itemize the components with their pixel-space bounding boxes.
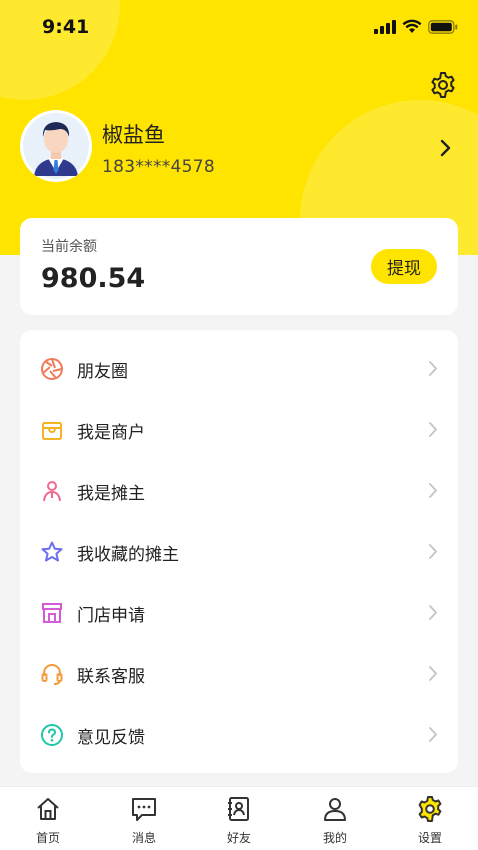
menu-item-vendor[interactable]: 我是摊主 <box>20 460 458 520</box>
profile-header[interactable]: 椒盐鱼 183****4578 <box>20 110 460 186</box>
chevron-right-icon <box>429 483 438 498</box>
balance-label: 当前余额 <box>41 239 97 255</box>
menu-list: 朋友圈 我是商户 我是摊主 我收藏的摊主 门店申请 联系客服 意见反馈 <box>20 330 458 773</box>
tab-friends[interactable]: 好友 <box>209 795 269 845</box>
shop-icon <box>42 603 62 623</box>
wifi-icon <box>402 19 422 33</box>
tab-home[interactable]: 首页 <box>18 795 78 845</box>
avatar[interactable] <box>20 110 92 182</box>
contacts-icon <box>228 797 249 821</box>
status-bar: 9:41 <box>0 0 478 54</box>
status-time: 9:41 <box>42 16 90 38</box>
menu-item-favorite-vendors[interactable]: 我收藏的摊主 <box>20 521 458 581</box>
menu-label: 朋友圈 <box>77 362 128 382</box>
star-icon <box>41 541 63 562</box>
menu-label: 我是商户 <box>77 423 145 443</box>
chevron-right-icon <box>429 605 438 620</box>
tab-me[interactable]: 我的 <box>305 795 365 845</box>
tab-label: 我的 <box>322 831 347 845</box>
vendor-person-icon <box>43 481 61 502</box>
user-nickname: 椒盐鱼 <box>102 123 165 147</box>
menu-item-moments[interactable]: 朋友圈 <box>20 338 458 398</box>
chevron-right-icon <box>429 422 438 437</box>
gear-icon <box>418 796 442 822</box>
battery-icon <box>428 19 458 34</box>
menu-item-store-application[interactable]: 门店申请 <box>20 582 458 642</box>
aperture-icon <box>41 358 63 380</box>
balance-amount: 980.54 <box>41 263 146 294</box>
tab-label: 好友 <box>226 831 251 845</box>
chevron-right-icon <box>429 361 438 376</box>
avatar-illustration <box>23 113 89 179</box>
tab-bar: 首页 消息 好友 我的 设置 <box>0 786 478 850</box>
chevron-right-icon <box>429 727 438 742</box>
tab-messages[interactable]: 消息 <box>114 795 174 845</box>
gear-icon <box>431 72 455 98</box>
question-circle-icon <box>41 724 63 746</box>
menu-label: 门店申请 <box>77 606 145 626</box>
status-icons <box>374 19 458 34</box>
chevron-right-icon <box>429 544 438 559</box>
tab-label: 设置 <box>417 831 442 845</box>
chevron-right-icon <box>429 666 438 681</box>
balance-card: 当前余额 980.54 提现 <box>20 218 458 315</box>
menu-item-feedback[interactable]: 意见反馈 <box>20 704 458 764</box>
tab-settings[interactable]: 设置 <box>400 795 460 845</box>
home-icon <box>37 798 59 820</box>
chevron-right-icon <box>440 139 451 157</box>
menu-label: 我收藏的摊主 <box>77 545 179 565</box>
menu-item-merchant[interactable]: 我是商户 <box>20 399 458 459</box>
menu-item-customer-service[interactable]: 联系客服 <box>20 643 458 703</box>
menu-label: 联系客服 <box>77 667 145 687</box>
tab-label: 消息 <box>131 831 156 845</box>
user-icon <box>324 798 346 821</box>
signal-icon <box>374 19 396 34</box>
menu-label: 意见反馈 <box>77 728 145 748</box>
menu-label: 我是摊主 <box>77 484 145 504</box>
settings-button[interactable] <box>428 70 458 100</box>
tab-label: 首页 <box>35 831 60 845</box>
withdraw-button[interactable]: 提现 <box>371 249 437 284</box>
user-phone: 183****4578 <box>102 157 216 177</box>
headset-icon <box>41 664 63 685</box>
message-icon <box>132 798 156 821</box>
store-box-icon <box>42 422 62 440</box>
